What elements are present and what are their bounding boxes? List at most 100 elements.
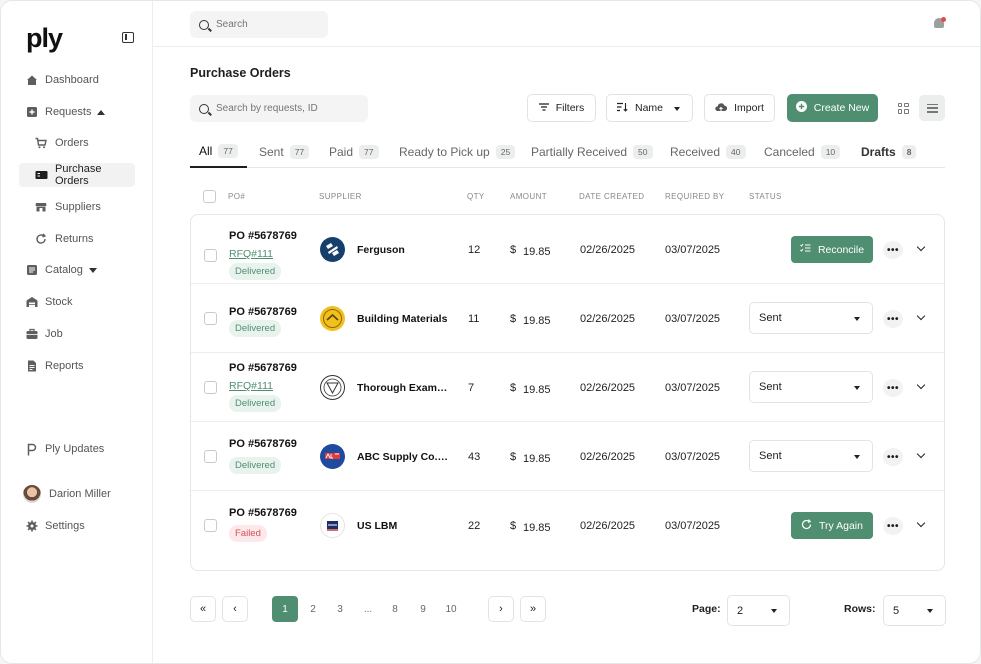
tab-partially-received[interactable]: Partially Received 50 <box>531 135 653 168</box>
expand-chevron-icon[interactable] <box>916 449 926 459</box>
tab-label: Received <box>670 144 721 159</box>
tab-ready-to-pick-up[interactable]: Ready to Pick up 25 <box>399 135 516 168</box>
expand-chevron-icon[interactable] <box>916 380 926 390</box>
page-number[interactable]: 8 <box>382 596 408 622</box>
last-page-button[interactable]: » <box>520 596 546 622</box>
row-checkbox[interactable] <box>204 249 217 262</box>
row-checkbox[interactable] <box>204 312 217 325</box>
more-options-button[interactable]: ••• <box>883 310 903 328</box>
more-options-button[interactable]: ••• <box>883 379 903 397</box>
expand-chevron-icon[interactable] <box>916 518 926 528</box>
page-number[interactable]: 3 <box>327 596 353 622</box>
caret-down-icon <box>927 609 933 613</box>
currency-symbol: $ <box>510 451 517 463</box>
supplier-name: Ferguson <box>357 244 405 256</box>
sidebar-item-ply-updates[interactable]: Ply Updates <box>19 437 135 461</box>
table-row[interactable]: PO #5678769 Delivered Building Materials… <box>191 284 944 353</box>
tab-canceled[interactable]: Canceled 10 <box>764 135 841 168</box>
sidebar-item-reports[interactable]: Reports <box>19 354 135 378</box>
select-all-checkbox[interactable] <box>203 190 216 203</box>
main-content: Purchase Orders Filters Name Import <box>153 47 980 663</box>
expand-chevron-icon[interactable] <box>916 311 926 321</box>
table-row[interactable]: PO #5678769 RFQ#111 Delivered Ferguson 1… <box>191 215 944 284</box>
row-checkbox[interactable] <box>204 450 217 463</box>
sidebar-item-settings[interactable]: Settings <box>19 514 135 538</box>
required-by: 03/07/2025 <box>665 520 721 532</box>
global-search[interactable] <box>190 11 328 38</box>
currency-symbol: $ <box>510 520 517 532</box>
more-options-button[interactable]: ••• <box>883 241 903 259</box>
status-select[interactable]: Sent <box>749 440 873 472</box>
sidebar-item-label: Returns <box>55 233 94 245</box>
reconcile-button[interactable]: Reconcile <box>791 236 873 263</box>
more-options-button[interactable]: ••• <box>883 517 903 535</box>
sidebar-item-job[interactable]: Job <box>19 322 135 346</box>
sidebar-item-catalog[interactable]: Catalog <box>19 258 135 282</box>
try-again-button[interactable]: Try Again <box>791 512 873 539</box>
tab-drafts[interactable]: Drafts 8 <box>861 135 917 168</box>
amount: 19.85 <box>523 246 551 258</box>
sidebar-item-label: Job <box>45 328 63 340</box>
tab-label: Ready to Pick up <box>399 144 490 159</box>
page-number[interactable]: 9 <box>410 596 436 622</box>
supplier-logo <box>320 237 345 262</box>
tab-paid[interactable]: Paid 77 <box>329 135 379 168</box>
table-row[interactable]: PO #5678769 Failed US LBM 22 $ 19.85 02/… <box>191 491 944 560</box>
page-select[interactable]: 2 <box>727 595 790 626</box>
rfq-link[interactable]: RFQ#111 <box>229 380 273 392</box>
topbar <box>153 1 980 47</box>
more-options-button[interactable]: ••• <box>883 448 903 466</box>
list-view-button[interactable] <box>919 95 945 121</box>
create-new-button[interactable]: Create New <box>787 94 878 122</box>
status-select[interactable]: Sent <box>749 302 873 334</box>
page-title: Purchase Orders <box>190 66 291 80</box>
page-number[interactable]: 2 <box>300 596 326 622</box>
sidebar-item-returns[interactable]: Returns <box>19 227 135 251</box>
tab-all[interactable]: All 77 <box>190 135 247 168</box>
table-row[interactable]: PO #5678769 RFQ#111 Delivered Thorough E… <box>191 353 944 422</box>
sidebar-user[interactable]: Darion Miller <box>19 482 135 506</box>
required-by: 03/07/2025 <box>665 382 721 394</box>
sidebar-item-requests[interactable]: Requests <box>19 100 135 124</box>
tab-sent[interactable]: Sent 77 <box>259 135 310 168</box>
import-button[interactable]: Import <box>704 94 775 122</box>
tab-received[interactable]: Received 40 <box>670 135 746 168</box>
table-row[interactable]: PO #5678769 Delivered ABC Supply Co. Inc… <box>191 422 944 491</box>
po-search[interactable] <box>190 95 368 122</box>
row-checkbox[interactable] <box>204 519 217 532</box>
sidebar-item-purchase-orders[interactable]: Purchase Orders <box>19 163 135 187</box>
sidebar-item-dashboard[interactable]: Dashboard <box>19 68 135 92</box>
prev-page-button[interactable]: ‹ <box>222 596 248 622</box>
row-checkbox[interactable] <box>204 381 217 394</box>
sort-dropdown[interactable]: Name <box>606 94 693 122</box>
status-select[interactable]: Sent <box>749 371 873 403</box>
sidebar-item-stock[interactable]: Stock <box>19 290 135 314</box>
sidebar-item-suppliers[interactable]: Suppliers <box>19 195 135 219</box>
user-name: Darion Miller <box>49 488 111 500</box>
page-number[interactable]: 10 <box>438 596 464 622</box>
home-icon <box>26 74 38 86</box>
rows-select[interactable]: 5 <box>883 595 946 626</box>
next-page-button[interactable]: › <box>488 596 514 622</box>
sidebar-collapse-icon[interactable] <box>122 32 134 43</box>
rfq-link[interactable]: RFQ#111 <box>229 248 273 260</box>
grid-view-button[interactable] <box>890 95 916 121</box>
global-search-input[interactable] <box>216 19 316 30</box>
quantity: 11 <box>468 313 480 325</box>
expand-chevron-icon[interactable] <box>916 242 926 252</box>
sidebar-item-label: Suppliers <box>55 201 101 213</box>
page-number[interactable]: 1 <box>272 596 298 622</box>
first-page-button[interactable]: « <box>190 596 216 622</box>
filter-icon <box>538 102 549 114</box>
filters-button[interactable]: Filters <box>527 94 596 122</box>
supplier-name: ABC Supply Co. Inc. <box>357 451 449 463</box>
sidebar-item-label: Ply Updates <box>45 443 105 455</box>
po-search-input[interactable] <box>216 103 366 114</box>
create-new-label: Create New <box>813 102 870 114</box>
caret-down-icon <box>854 455 860 459</box>
sidebar-item-label: Orders <box>55 137 89 149</box>
po-number: PO #5678769 <box>229 507 297 519</box>
sidebar-item-orders[interactable]: Orders <box>19 131 135 155</box>
required-by: 03/07/2025 <box>665 244 721 256</box>
sidebar-item-label: Reports <box>45 360 84 372</box>
